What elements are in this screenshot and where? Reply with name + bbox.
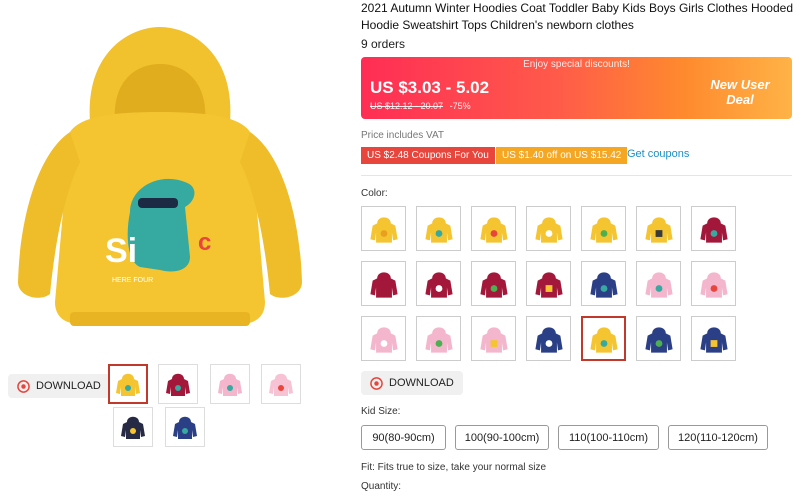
- download-button-right[interactable]: DOWNLOAD: [361, 371, 463, 395]
- thumbnail-yellow[interactable]: [108, 364, 148, 404]
- size-option-90[interactable]: 90(80-90cm): [361, 425, 446, 450]
- hoodie-icon: [534, 326, 563, 353]
- hoodie-icon: [479, 216, 508, 243]
- color-label: Color:: [361, 188, 388, 199]
- hoodie-icon: [166, 373, 190, 396]
- color-swatch-pink-3[interactable]: [361, 316, 406, 361]
- color-swatch-yellow-4[interactable]: [526, 206, 571, 251]
- vat-note: Price includes VAT: [361, 130, 444, 141]
- thumbnail-navy[interactable]: [165, 407, 205, 447]
- color-swatch-pink-5[interactable]: [471, 316, 516, 361]
- hoodie-icon: [479, 326, 508, 353]
- hoodie-icon: [424, 271, 453, 298]
- svg-text:HERE FOUR: HERE FOUR: [112, 277, 153, 284]
- hoodie-icon: [479, 271, 508, 298]
- color-swatch-yellow-3[interactable]: [471, 206, 516, 251]
- thumbnail-pink-2[interactable]: [261, 364, 301, 404]
- coupon-badge-1[interactable]: US $2.48 Coupons For You: [361, 147, 495, 164]
- divider: [361, 175, 792, 176]
- hoodie-icon: [644, 271, 673, 298]
- hoodie-icon: [534, 216, 563, 243]
- color-swatch-pink-4[interactable]: [416, 316, 461, 361]
- discount-percent: -75%: [449, 101, 471, 111]
- price-banner: Enjoy special discounts! US $3.03 - 5.02…: [361, 57, 792, 119]
- fit-note: Fit: Fits true to size, take your normal…: [361, 462, 547, 473]
- color-swatch-yellow-2[interactable]: [416, 206, 461, 251]
- color-swatch-yellow-5[interactable]: [581, 206, 626, 251]
- hoodie-icon: [424, 326, 453, 353]
- hoodie-icon: [644, 326, 673, 353]
- hoodie-icon: [699, 326, 728, 353]
- original-price: US $12.12 - 20.07: [370, 101, 444, 111]
- color-swatch-navy-1[interactable]: [581, 261, 626, 306]
- color-swatch-navy-3[interactable]: [636, 316, 681, 361]
- size-option-120[interactable]: 120(110-120cm): [668, 425, 768, 450]
- color-swatch-burgundy-3[interactable]: [416, 261, 461, 306]
- kid-size-label: Kid Size:: [361, 406, 401, 417]
- discount-banner-text: Enjoy special discounts!: [523, 59, 630, 70]
- hoodie-icon: [644, 216, 673, 243]
- quantity-label: Quantity:: [361, 481, 402, 492]
- hoodie-icon: [369, 216, 398, 243]
- download-label: DOWNLOAD: [389, 377, 454, 389]
- product-title: 2021 Autumn Winter Hoodies Coat Toddler …: [361, 1, 794, 32]
- color-swatch-burgundy-5[interactable]: [526, 261, 571, 306]
- download-label: DOWNLOAD: [36, 380, 101, 392]
- hoodie-icon: [699, 271, 728, 298]
- color-swatch-burgundy-4[interactable]: [471, 261, 516, 306]
- thumbnail-dark-navy[interactable]: [113, 407, 153, 447]
- hoodie-icon: [173, 416, 197, 439]
- color-swatch-navy-4[interactable]: [691, 316, 736, 361]
- hoodie-icon: [369, 271, 398, 298]
- hoodie-icon: [424, 216, 453, 243]
- svg-text:Si: Si: [105, 232, 137, 270]
- hoodie-icon: [121, 416, 145, 439]
- size-option-110[interactable]: 110(100-110cm): [558, 425, 659, 450]
- color-swatch-pink-2[interactable]: [691, 261, 736, 306]
- color-swatch-burgundy-2[interactable]: [361, 261, 406, 306]
- hoodie-icon: [589, 326, 618, 353]
- hoodie-icon: [589, 216, 618, 243]
- color-swatch-burgundy-1[interactable]: [691, 206, 736, 251]
- download-button-left[interactable]: DOWNLOAD: [8, 374, 110, 398]
- color-swatch-pink-1[interactable]: [636, 261, 681, 306]
- hoodie-icon: [699, 216, 728, 243]
- new-user-deal-badge: New User Deal: [710, 77, 770, 107]
- hoodie-icon: [218, 373, 242, 396]
- get-coupons-link[interactable]: Get coupons: [627, 148, 689, 160]
- hoodie-icon: [589, 271, 618, 298]
- original-price-row: US $12.12 - 20.07 -75%: [370, 101, 471, 111]
- svg-text:c: c: [198, 229, 211, 256]
- hoodie-icon: [534, 271, 563, 298]
- hoodie-icon: [369, 326, 398, 353]
- hoodie-icon: [269, 373, 293, 396]
- color-swatch-yellow-selected[interactable]: [581, 316, 626, 361]
- current-price: US $3.03 - 5.02: [370, 78, 490, 97]
- size-option-100[interactable]: 100(90-100cm): [455, 425, 549, 450]
- hoodie-icon: [116, 373, 140, 396]
- color-swatch-yellow-1[interactable]: [361, 206, 406, 251]
- thumbnail-pink-1[interactable]: [210, 364, 250, 404]
- main-product-image: Si c HERE FOUR: [10, 12, 310, 342]
- coupon-badge-2[interactable]: US $1.40 off on US $15.42: [496, 147, 628, 164]
- download-icon: [370, 376, 383, 390]
- color-swatch-yellow-6[interactable]: [636, 206, 681, 251]
- download-icon: [17, 379, 30, 393]
- order-count: 9 orders: [361, 37, 406, 51]
- color-swatch-navy-2[interactable]: [526, 316, 571, 361]
- thumbnail-burgundy[interactable]: [158, 364, 198, 404]
